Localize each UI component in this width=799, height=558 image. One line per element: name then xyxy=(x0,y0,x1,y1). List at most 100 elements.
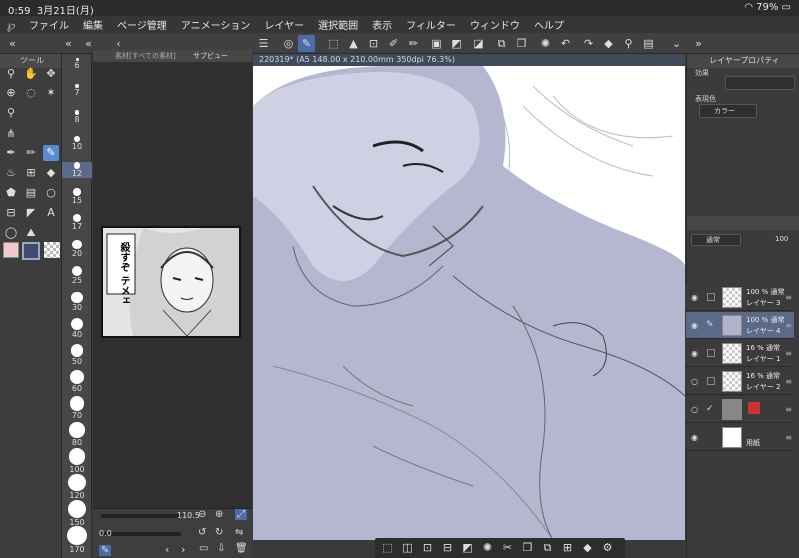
layer-menu-icon[interactable]: ≡ xyxy=(785,377,792,386)
next-icon[interactable]: › xyxy=(181,543,185,556)
layer-row[interactable]: ◉ 用紙 ≡ xyxy=(686,424,794,451)
zoom-icon[interactable]: ⚲ xyxy=(3,66,19,82)
layer-menu-icon[interactable]: ≡ xyxy=(785,433,792,442)
layer-row[interactable]: ◉ 16 % 通常 レイヤー 1 ≡ xyxy=(686,340,794,367)
menu-view[interactable]: 表示 xyxy=(365,17,399,32)
fill-icon[interactable]: ⬟ xyxy=(3,185,19,201)
layer-row-selected[interactable]: ◉ ✎ 100 % 通常 レイヤー 4 ≡ xyxy=(686,312,794,339)
tab-material[interactable]: 素材[すべての素材] xyxy=(93,52,176,60)
eye-icon[interactable]: ◉ xyxy=(691,433,698,442)
transparent-color-swatch[interactable] xyxy=(44,242,60,258)
pen-icon[interactable]: ✒ xyxy=(3,145,19,161)
invert-selection-icon[interactable]: ◫ xyxy=(399,539,416,556)
expression-color-select[interactable]: カラー xyxy=(699,104,757,118)
sub-color-swatch[interactable] xyxy=(22,242,40,260)
menu-selection[interactable]: 選択範囲 xyxy=(311,17,365,32)
fill-tool-icon[interactable]: ▲ xyxy=(345,35,362,52)
operation-icon[interactable]: ⊕ xyxy=(3,85,19,101)
quick-access-icon[interactable]: ◎ xyxy=(280,35,297,52)
collapse-right-icon[interactable]: » xyxy=(690,35,707,52)
layer-menu-icon[interactable]: ≡ xyxy=(785,321,792,330)
lasso-icon[interactable]: ✺ xyxy=(537,35,554,52)
shape-icon[interactable]: ○ xyxy=(43,185,59,201)
prev-icon[interactable]: ‹ xyxy=(165,543,169,556)
brush-size-item[interactable]: 6 xyxy=(62,58,92,70)
brush-size-item[interactable]: 60 xyxy=(62,370,92,393)
eyedropper-tool-icon[interactable]: ⚲ xyxy=(3,105,19,121)
pen-pressure-icon[interactable]: ✐ xyxy=(385,35,402,52)
brush-size-item[interactable]: 17 xyxy=(62,214,92,231)
eraser-icon[interactable]: ◆ xyxy=(43,165,59,181)
brush-icon[interactable]: ✎ xyxy=(43,145,59,161)
import-icon[interactable]: ⇩ xyxy=(217,543,225,554)
menu-window[interactable]: ウィンドウ xyxy=(463,17,527,32)
transform-sel-icon[interactable]: ⊞ xyxy=(559,539,576,556)
copy-icon[interactable]: ❐ xyxy=(513,35,530,52)
eye-icon[interactable]: ◉ xyxy=(691,321,698,330)
layer-lock-checkbox[interactable] xyxy=(707,293,715,301)
correct-line-icon[interactable]: ⛰ xyxy=(23,225,39,241)
select-layer-icon[interactable]: ⬚ xyxy=(325,35,342,52)
layer-row[interactable]: ◉ 100 % 通常 レイヤー 3 ≡ xyxy=(686,284,794,311)
eyedropper-icon[interactable]: ⚲ xyxy=(620,35,637,52)
view-icon[interactable]: ▣ xyxy=(428,35,445,52)
ruler-icon[interactable]: ◤ xyxy=(23,205,39,221)
eye-off-icon[interactable]: ○ xyxy=(691,405,698,414)
brush-spray-icon[interactable]: ⋔ xyxy=(3,126,19,142)
eye-icon[interactable]: ◉ xyxy=(691,293,698,302)
brush-size-item[interactable]: 7 xyxy=(62,84,92,97)
move-icon[interactable]: ✥ xyxy=(43,66,59,82)
zoom-out-icon[interactable]: ⊖ xyxy=(198,509,206,520)
expand-selection-icon[interactable]: ⊡ xyxy=(419,539,436,556)
hand-icon[interactable]: ✋ xyxy=(23,66,39,82)
brush-size-item[interactable]: 40 xyxy=(62,318,92,339)
brush-size-item[interactable]: 70 xyxy=(62,396,92,420)
brush-size-item[interactable]: 80 xyxy=(62,422,92,447)
duplicate-icon[interactable]: ⧉ xyxy=(493,35,510,52)
clear-icon[interactable]: ◩ xyxy=(459,539,476,556)
layer-view-icon[interactable]: ◪ xyxy=(470,35,487,52)
menu-page[interactable]: ページ管理 xyxy=(110,17,174,32)
crop-icon[interactable]: ◩ xyxy=(448,35,465,52)
menu-file[interactable]: ファイル xyxy=(22,17,76,32)
layer-row[interactable]: ○ 16 % 通常 レイヤー 2 ≡ xyxy=(686,368,794,395)
menu-filter[interactable]: フィルター xyxy=(399,17,463,32)
brush-size-item[interactable]: 30 xyxy=(62,292,92,312)
brush-size-item[interactable]: 10 xyxy=(62,136,92,151)
brush-size-item[interactable]: 20 xyxy=(62,240,92,258)
frame-icon[interactable]: ⊟ xyxy=(3,205,19,221)
shrink-selection-icon[interactable]: ⊟ xyxy=(439,539,456,556)
layer-menu-icon[interactable]: ≡ xyxy=(785,293,792,302)
collapse-icon[interactable]: « xyxy=(60,35,77,52)
magic-wand-icon[interactable]: ✶ xyxy=(43,85,59,101)
menu-layer[interactable]: レイヤー xyxy=(257,17,311,32)
text-icon[interactable]: A xyxy=(43,205,59,221)
fill-sel-icon[interactable]: ◆ xyxy=(579,539,596,556)
brush-size-item[interactable]: 100 xyxy=(62,448,92,474)
gradient-icon[interactable]: ▤ xyxy=(23,185,39,201)
undo-icon[interactable]: ↶ xyxy=(557,35,574,52)
zoom-in-icon[interactable]: ⊕ xyxy=(215,509,223,520)
selection-lasso-icon[interactable]: ✺ xyxy=(479,539,496,556)
rotate-right-icon[interactable]: ↻ xyxy=(215,527,223,538)
rotate-left-icon[interactable]: ↺ xyxy=(198,527,206,538)
eye-off-icon[interactable]: ○ xyxy=(691,377,698,386)
eyedropper-small-icon[interactable]: ✎ xyxy=(99,545,112,556)
menu-help[interactable]: ヘルプ xyxy=(527,17,571,32)
redo-icon[interactable]: ↷ xyxy=(580,35,597,52)
layer-lock-checkbox[interactable] xyxy=(707,377,715,385)
zoom-slider[interactable] xyxy=(101,514,181,518)
canvas[interactable] xyxy=(253,66,685,540)
brush-size-item[interactable]: 150 xyxy=(62,500,92,527)
layer-menu-icon[interactable]: ≡ xyxy=(785,405,792,414)
balloon-icon[interactable]: ◯ xyxy=(3,225,19,241)
delete-icon[interactable]: 🗑 xyxy=(235,543,248,554)
menu-animation[interactable]: アニメーション xyxy=(174,17,258,32)
lasso-select-icon[interactable]: ◌ xyxy=(23,85,39,101)
main-color-swatch[interactable] xyxy=(3,242,19,258)
brush-size-item[interactable]: 120 xyxy=(62,474,92,500)
decoration-icon[interactable]: ⊞ xyxy=(23,165,39,181)
pencil-icon[interactable]: ✏ xyxy=(23,145,39,161)
transform-icon[interactable]: ⊡ xyxy=(365,35,382,52)
effect-buttons[interactable] xyxy=(725,76,795,90)
